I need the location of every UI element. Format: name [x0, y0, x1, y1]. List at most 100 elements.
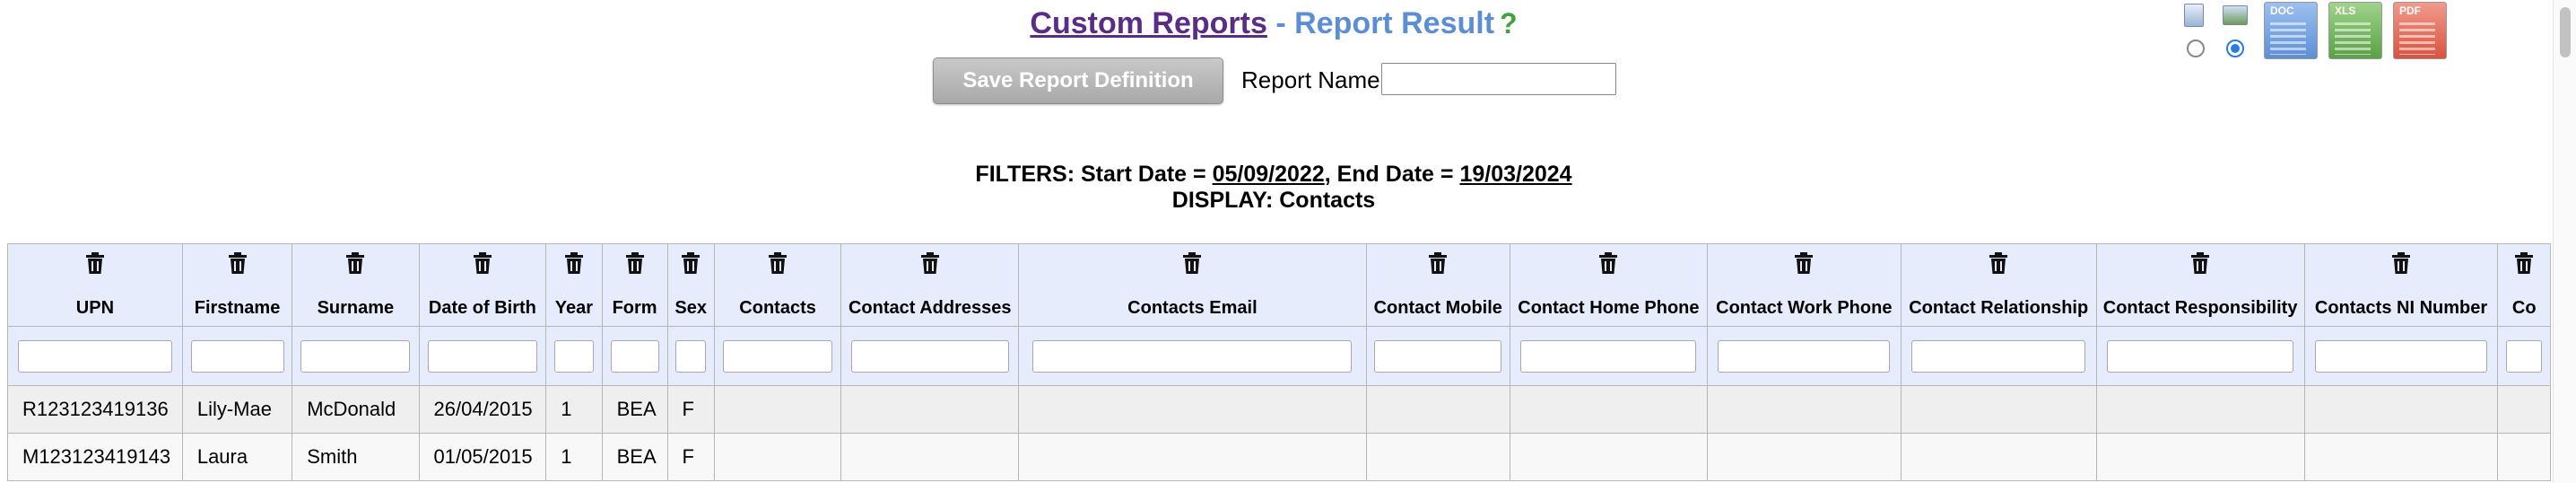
- table-cell: [840, 385, 1020, 434]
- start-date-value: 05/09/2022: [1212, 162, 1325, 187]
- column-filter-cell: [666, 326, 715, 386]
- report-result-title: Report Result: [1294, 6, 1495, 40]
- column-filter-input-contact-work-phone[interactable]: [1718, 339, 1891, 373]
- table-row[interactable]: M123123419143 Laura Smith 01/05/2015 1 BEA F: [7, 433, 2551, 481]
- column-filter-input-surname[interactable]: [300, 339, 411, 373]
- export-xls-icon[interactable]: XLS: [2328, 2, 2382, 59]
- column-header-date-of-birth[interactable]: Date of Birth: [418, 243, 547, 327]
- column-label: Contact Work Phone: [1716, 298, 1893, 318]
- table-cell: [1509, 385, 1708, 434]
- column-filter-input-sex[interactable]: [675, 339, 707, 373]
- column-header-firstname[interactable]: Firstname: [181, 243, 293, 327]
- portrait-radio[interactable]: [2187, 40, 2205, 57]
- column-filter-input-contacts[interactable]: [723, 339, 833, 373]
- column-header-co[interactable]: Co: [2497, 243, 2551, 327]
- table-cell: [1018, 433, 1367, 481]
- delete-column-icon[interactable]: [420, 251, 546, 280]
- report-table-container[interactable]: UPN Firstname Surname Date of Birth Year Form…: [7, 243, 2551, 483]
- column-filter-input-contacts-ni-number[interactable]: [2315, 339, 2488, 373]
- column-header-sex[interactable]: Sex: [666, 243, 715, 327]
- table-cell: BEA: [601, 385, 668, 434]
- export-pdf-icon[interactable]: PDF: [2393, 2, 2447, 59]
- column-filter-input-contact-responsibility[interactable]: [2107, 339, 2294, 373]
- column-header-year[interactable]: Year: [545, 243, 603, 327]
- delete-column-icon[interactable]: [1367, 251, 1510, 280]
- column-filter-cell: [2303, 326, 2499, 386]
- table-cell: [1900, 433, 2097, 481]
- report-table: UPN Firstname Surname Date of Birth Year Form…: [7, 243, 2551, 481]
- delete-column-icon[interactable]: [1510, 251, 1707, 280]
- column-header-upn[interactable]: UPN: [7, 243, 183, 327]
- delete-column-icon[interactable]: [1708, 251, 1901, 280]
- table-cell: R123123419136: [7, 385, 183, 434]
- scrollbar-thumb[interactable]: [2560, 7, 2571, 57]
- column-filter-input-contact-addresses[interactable]: [850, 339, 1009, 373]
- end-date-label: , End Date =: [1324, 162, 1460, 187]
- delete-column-icon[interactable]: [546, 251, 601, 280]
- column-label: Firstname: [194, 298, 281, 318]
- column-header-surname[interactable]: Surname: [292, 243, 420, 327]
- delete-column-icon[interactable]: [292, 251, 418, 280]
- delete-column-icon[interactable]: [2305, 251, 2498, 280]
- vertical-scrollbar[interactable]: [2553, 0, 2576, 483]
- column-filter-input-date-of-birth[interactable]: [427, 339, 537, 373]
- save-report-definition-button[interactable]: Save Report Definition: [933, 57, 1223, 104]
- column-header-contacts[interactable]: Contacts: [713, 243, 842, 327]
- end-date-value: 19/03/2024: [1459, 162, 1572, 187]
- column-label: Contact Responsibility: [2102, 298, 2298, 318]
- table-cell: Lily-Mae: [181, 385, 293, 434]
- table-cell: 26/04/2015: [418, 385, 547, 434]
- column-filter-input-firstname[interactable]: [190, 339, 284, 373]
- column-filter-row: [7, 326, 2551, 386]
- delete-column-icon[interactable]: [2498, 251, 2550, 280]
- column-header-contacts-ni-number[interactable]: Contacts NI Number: [2303, 243, 2499, 327]
- delete-column-icon[interactable]: [183, 251, 292, 280]
- header-row: UPN Firstname Surname Date of Birth Year Form…: [7, 243, 2551, 327]
- column-filter-input-contact-mobile[interactable]: [1374, 339, 1502, 373]
- delete-column-icon[interactable]: [2097, 251, 2304, 280]
- delete-column-icon[interactable]: [1902, 251, 2096, 280]
- column-filter-cell: [292, 326, 420, 386]
- column-header-form[interactable]: Form: [601, 243, 668, 327]
- delete-column-icon[interactable]: [841, 251, 1018, 280]
- table-cell: [1365, 385, 1510, 434]
- column-filter-input-contact-home-phone[interactable]: [1520, 339, 1697, 373]
- column-header-contacts-email[interactable]: Contacts Email: [1018, 243, 1367, 327]
- column-filter-input-form[interactable]: [610, 339, 659, 373]
- column-filter-input-year[interactable]: [553, 339, 594, 373]
- column-header-contact-responsibility[interactable]: Contact Responsibility: [2095, 243, 2305, 327]
- export-doc-icon[interactable]: DOC: [2264, 2, 2318, 59]
- page-title: Custom Reports - Report Result?: [0, 5, 2547, 41]
- column-header-contact-addresses[interactable]: Contact Addresses: [840, 243, 1020, 327]
- landscape-radio[interactable]: [2226, 40, 2244, 57]
- table-cell: [840, 433, 1020, 481]
- column-label: Contact Home Phone: [1518, 298, 1700, 318]
- column-header-contact-relationship[interactable]: Contact Relationship: [1900, 243, 2097, 327]
- delete-column-icon[interactable]: [1019, 251, 1365, 280]
- delete-column-icon[interactable]: [603, 251, 667, 280]
- custom-reports-link[interactable]: Custom Reports: [1030, 6, 1266, 40]
- help-icon[interactable]: ?: [1500, 5, 1518, 41]
- column-header-contact-work-phone[interactable]: Contact Work Phone: [1706, 243, 1902, 327]
- delete-column-icon[interactable]: [715, 251, 840, 280]
- column-label: Co: [2511, 298, 2537, 318]
- column-header-contact-mobile[interactable]: Contact Mobile: [1365, 243, 1510, 327]
- column-filter-cell: [181, 326, 293, 386]
- table-cell: [2497, 385, 2551, 434]
- delete-column-icon[interactable]: [8, 251, 182, 280]
- column-header-contact-home-phone[interactable]: Contact Home Phone: [1509, 243, 1708, 327]
- column-filter-cell: [1706, 326, 1902, 386]
- report-name-input[interactable]: [1381, 63, 1616, 95]
- column-filter-input-upn[interactable]: [17, 339, 172, 373]
- column-filter-input-contacts-email[interactable]: [1032, 339, 1353, 373]
- column-filter-input-co[interactable]: [2506, 339, 2543, 373]
- column-filter-cell: [1365, 326, 1510, 386]
- column-label: Year: [554, 298, 594, 318]
- table-cell: Laura: [181, 433, 293, 481]
- column-label: Contact Relationship: [1909, 298, 2089, 318]
- table-cell: [2303, 433, 2499, 481]
- table-row[interactable]: R123123419136 Lily-Mae McDonald 26/04/2015 1…: [7, 385, 2551, 434]
- delete-column-icon[interactable]: [668, 251, 714, 280]
- column-label: Contacts NI Number: [2314, 298, 2488, 318]
- column-filter-input-contact-relationship[interactable]: [1911, 339, 2086, 373]
